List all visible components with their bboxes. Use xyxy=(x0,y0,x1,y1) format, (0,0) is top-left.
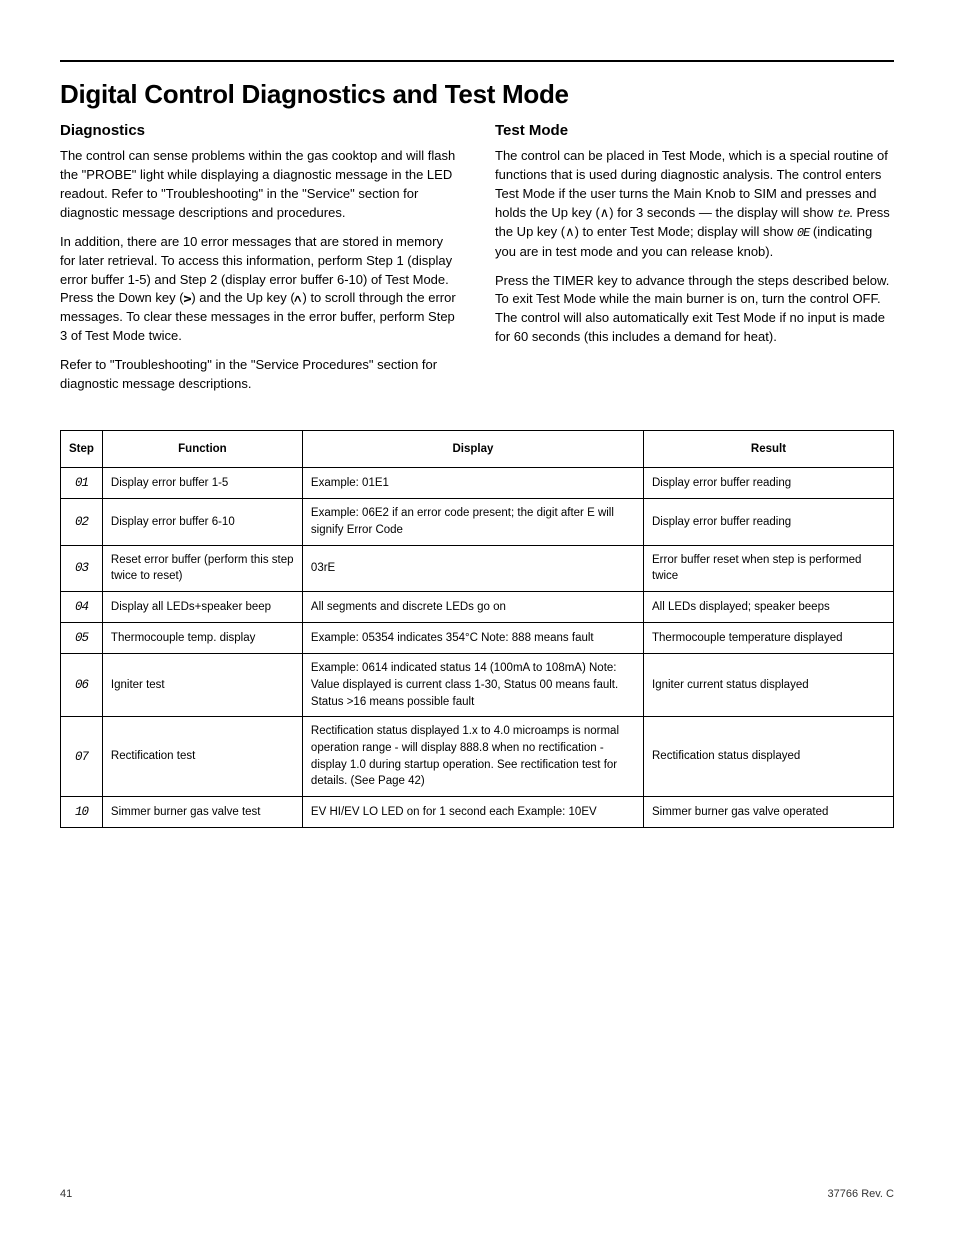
cell-display: Example: 06E2 if an error code present; … xyxy=(302,499,643,545)
cell-display: Example: 05354 indicates 354°C Note: 888… xyxy=(302,623,643,654)
cell-display: Example: 01E1 xyxy=(302,468,643,499)
diag-p1: The control can sense problems within th… xyxy=(60,147,459,222)
cell-step: 01 xyxy=(61,468,103,499)
cell-result: Error buffer reset when step is performe… xyxy=(644,545,894,591)
th-display: Display xyxy=(302,430,643,468)
cell-step: 10 xyxy=(61,797,103,828)
body-columns: Diagnostics The control can sense proble… xyxy=(60,120,894,404)
cell-display: All segments and discrete LEDs go on xyxy=(302,592,643,623)
cell-function: Thermocouple temp. display xyxy=(102,623,302,654)
cell-result: Display error buffer reading xyxy=(644,468,894,499)
cell-result: All LEDs displayed; speaker beeps xyxy=(644,592,894,623)
testmode-heading: Test Mode xyxy=(495,120,894,142)
table-row: 07Rectification testRectification status… xyxy=(61,717,894,797)
cell-result: Simmer burner gas valve operated xyxy=(644,797,894,828)
footer-pagenum: 41 xyxy=(60,1187,72,1203)
th-step: Step xyxy=(61,430,103,468)
table-row: 10Simmer burner gas valve testEV HI/EV L… xyxy=(61,797,894,828)
table-row: 05Thermocouple temp. displayExample: 053… xyxy=(61,623,894,654)
cell-result: Rectification status displayed xyxy=(644,717,894,797)
cell-step: 06 xyxy=(61,654,103,717)
table-row: 03Reset error buffer (perform this step … xyxy=(61,545,894,591)
th-function: Function xyxy=(102,430,302,468)
table-row: 06Igniter testExample: 0614 indicated st… xyxy=(61,654,894,717)
th-result: Result xyxy=(644,430,894,468)
cell-result: Thermocouple temperature displayed xyxy=(644,623,894,654)
col-diagnostics: Diagnostics The control can sense proble… xyxy=(60,120,459,404)
down-arrow-icon: v xyxy=(184,296,192,303)
table-row: 01Display error buffer 1-5Example: 01E1D… xyxy=(61,468,894,499)
cell-step: 04 xyxy=(61,592,103,623)
cell-function: Reset error buffer (perform this step tw… xyxy=(102,545,302,591)
col-testmode: Test Mode The control can be placed in T… xyxy=(495,120,894,404)
testmode-p1: The control can be placed in Test Mode, … xyxy=(495,147,894,261)
cell-step: 03 xyxy=(61,545,103,591)
cell-function: Display error buffer 6-10 xyxy=(102,499,302,545)
cell-result: Igniter current status displayed xyxy=(644,654,894,717)
page-title: Digital Control Diagnostics and Test Mod… xyxy=(60,76,894,114)
cell-step: 05 xyxy=(61,623,103,654)
diag-p2: In addition, there are 10 error messages… xyxy=(60,233,459,346)
testmode-p2: Press the TIMER key to advance through t… xyxy=(495,272,894,347)
seg-te: te xyxy=(837,207,849,221)
cell-function: Display error buffer 1-5 xyxy=(102,468,302,499)
table-row: 04Display all LEDs+speaker beepAll segme… xyxy=(61,592,894,623)
cell-step: 07 xyxy=(61,717,103,797)
table-row: 02Display error buffer 6-10Example: 06E2… xyxy=(61,499,894,545)
footer-docrev: 37766 Rev. C xyxy=(828,1187,894,1203)
diagnostics-heading: Diagnostics xyxy=(60,120,459,142)
cell-display: 03rE xyxy=(302,545,643,591)
cell-function: Rectification test xyxy=(102,717,302,797)
cell-display: Example: 0614 indicated status 14 (100mA… xyxy=(302,654,643,717)
cell-step: 02 xyxy=(61,499,103,545)
cell-result: Display error buffer reading xyxy=(644,499,894,545)
cell-function: Display all LEDs+speaker beep xyxy=(102,592,302,623)
diag-p3: Refer to "Troubleshooting" in the "Servi… xyxy=(60,356,459,394)
page-footer: 41 37766 Rev. C xyxy=(60,1187,894,1203)
up-arrow-icon: > xyxy=(295,296,303,303)
test-mode-table: Step Function Display Result 01Display e… xyxy=(60,430,894,829)
cell-display: EV HI/EV LO LED on for 1 second each Exa… xyxy=(302,797,643,828)
seg-0e: 0E xyxy=(797,226,809,240)
cell-function: Simmer burner gas valve test xyxy=(102,797,302,828)
cell-function: Igniter test xyxy=(102,654,302,717)
cell-display: Rectification status displayed 1.x to 4.… xyxy=(302,717,643,797)
